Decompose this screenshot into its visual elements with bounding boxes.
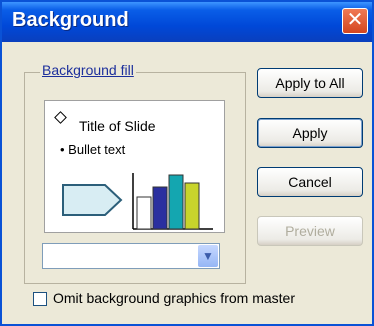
arrow-shape-icon <box>62 184 123 216</box>
close-icon: ✕ <box>346 9 364 31</box>
bar-chart-icon <box>132 173 213 230</box>
preview-button: Preview <box>257 216 363 246</box>
preview-label: Preview <box>285 223 335 239</box>
diamond-bullet-icon <box>54 111 67 124</box>
apply-button[interactable]: Apply <box>257 118 363 148</box>
cancel-label: Cancel <box>288 174 332 190</box>
preview-slide-title: Title of Slide <box>79 118 156 134</box>
dialog-title: Background <box>12 9 129 31</box>
omit-graphics-label[interactable]: Omit background graphics from master <box>53 290 295 306</box>
apply-to-all-label: Apply to All <box>275 75 345 91</box>
title-bar[interactable]: Background ✕ <box>2 2 372 42</box>
preview-graphics <box>62 173 213 230</box>
background-fill-label: Background fill <box>40 62 136 78</box>
apply-to-all-button[interactable]: Apply to All <box>257 68 363 98</box>
fill-color-dropdown[interactable]: ▼ <box>42 243 220 269</box>
chevron-down-icon[interactable]: ▼ <box>198 245 218 267</box>
apply-label: Apply <box>292 125 328 141</box>
preview-bullet-text: • Bullet text <box>60 142 126 157</box>
cancel-button[interactable]: Cancel <box>257 167 363 197</box>
omit-graphics-checkbox[interactable] <box>33 292 47 306</box>
close-button[interactable]: ✕ <box>342 8 368 34</box>
slide-preview: Title of Slide • Bullet text <box>44 100 225 233</box>
background-dialog: Background ✕ Background fill Title of Sl… <box>0 0 374 326</box>
